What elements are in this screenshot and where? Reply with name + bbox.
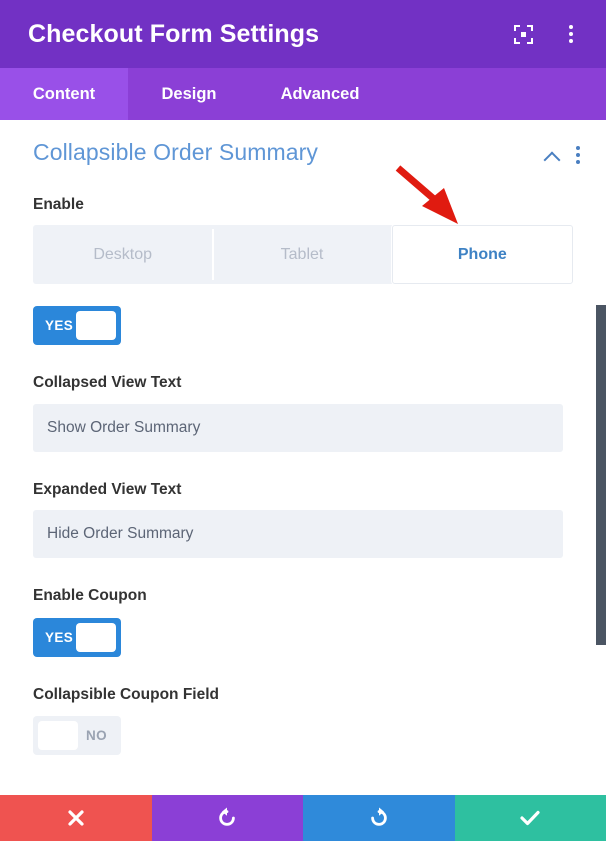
- save-button[interactable]: [454, 795, 606, 841]
- vertical-scrollbar-track[interactable]: [596, 120, 606, 795]
- check-icon: [520, 810, 540, 826]
- page-title: Checkout Form Settings: [28, 19, 320, 48]
- module-settings-panel: Checkout Form Settings Content Design Ad…: [0, 0, 606, 841]
- collapsible-coupon-field-toggle-knob: [38, 721, 78, 751]
- expanded-view-text-label: Expanded View Text: [33, 480, 182, 498]
- enable-toggle-label: YES: [45, 318, 74, 334]
- section-header: Collapsible Order Summary: [0, 120, 606, 167]
- chevron-up-icon[interactable]: [545, 151, 560, 160]
- redo-button[interactable]: [303, 795, 455, 841]
- enable-coupon-toggle[interactable]: YES: [33, 617, 121, 657]
- fullscreen-icon: [513, 24, 533, 44]
- device-tab-tablet[interactable]: Tablet: [212, 225, 391, 284]
- close-icon: [68, 810, 84, 826]
- settings-tabbar: Content Design Advanced: [0, 68, 606, 120]
- redo-icon: [370, 807, 387, 826]
- section-kebab-menu-icon[interactable]: [576, 146, 580, 165]
- cancel-button[interactable]: [0, 795, 152, 841]
- enable-toggle[interactable]: YES: [33, 306, 121, 346]
- undo-button[interactable]: [151, 795, 303, 841]
- enable-toggle-knob: [76, 311, 116, 341]
- tab-advanced[interactable]: Advanced: [250, 68, 390, 120]
- vertical-scrollbar-thumb[interactable]: [596, 305, 606, 645]
- device-tab-group: Desktop Tablet Phone: [33, 225, 573, 285]
- collapsible-coupon-field-label: Collapsible Coupon Field: [33, 685, 219, 703]
- section-controls: [545, 140, 580, 165]
- panel-titlebar: Checkout Form Settings: [0, 0, 606, 68]
- collapsed-view-text-label: Collapsed View Text: [33, 374, 182, 392]
- collapsible-coupon-field-toggle[interactable]: NO: [33, 716, 121, 756]
- device-tab-phone[interactable]: Phone: [391, 225, 573, 285]
- enable-label: Enable: [33, 195, 84, 213]
- tab-content[interactable]: Content: [0, 68, 128, 120]
- enable-coupon-label: Enable Coupon: [33, 587, 147, 605]
- collapsed-view-text-input[interactable]: [33, 403, 563, 452]
- expand-view-button[interactable]: [510, 21, 536, 47]
- device-tab-desktop[interactable]: Desktop: [33, 225, 212, 284]
- settings-content: Collapsible Order Summary Enable Desktop…: [0, 120, 606, 795]
- collapsible-coupon-field-toggle-label: NO: [85, 728, 107, 744]
- section-title: Collapsible Order Summary: [33, 139, 318, 165]
- expanded-view-text-input[interactable]: [33, 510, 563, 559]
- titlebar-actions: [510, 21, 584, 47]
- tab-design[interactable]: Design: [128, 68, 250, 120]
- more-options-button[interactable]: [558, 21, 584, 47]
- bottom-action-bar: [0, 795, 606, 841]
- enable-coupon-toggle-label: YES: [45, 629, 74, 645]
- kebab-menu-icon: [569, 25, 573, 43]
- enable-coupon-toggle-knob: [76, 622, 116, 652]
- undo-icon: [219, 807, 236, 826]
